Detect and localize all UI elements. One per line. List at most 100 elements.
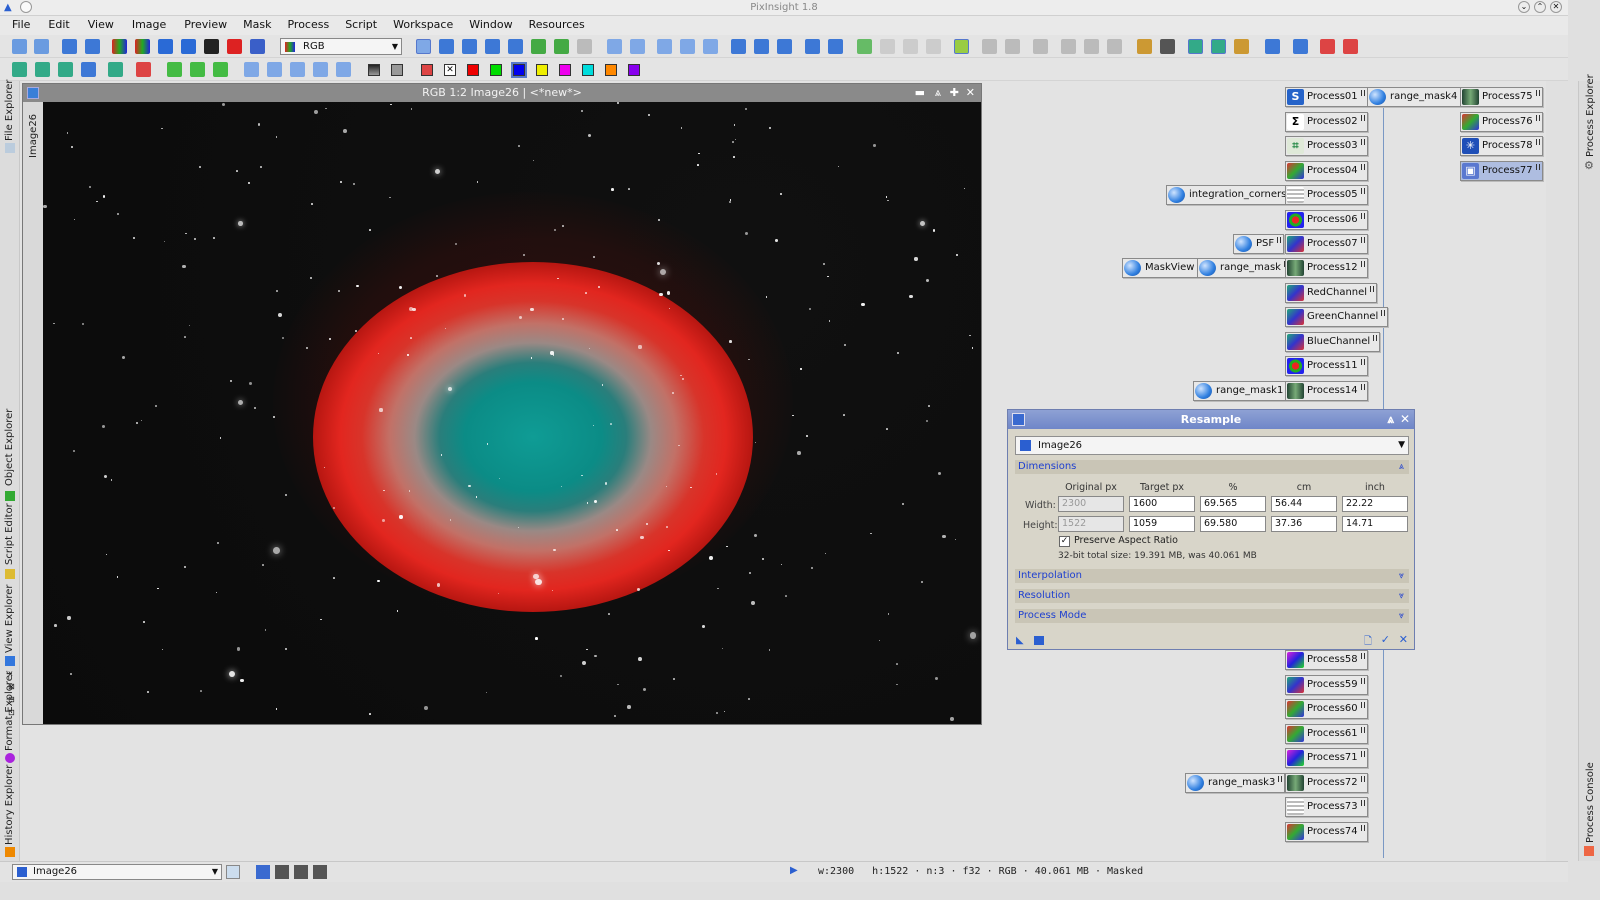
- workspace-icon[interactable]: [1265, 39, 1280, 54]
- realtime-preview-icon[interactable]: [954, 39, 969, 54]
- grid-icon[interactable]: [81, 62, 96, 77]
- format-explorer-tab[interactable]: Format Explorer: [4, 671, 15, 751]
- track-view-icon[interactable]: [982, 39, 997, 54]
- process-icon-process11[interactable]: Process11: [1285, 356, 1368, 376]
- process-icon-g[interactable]: [190, 62, 205, 77]
- process-icon-redchannel[interactable]: RedChannel: [1285, 283, 1378, 303]
- process-icon-psf[interactable]: PSF: [1233, 234, 1285, 254]
- layout-single-icon[interactable]: [256, 865, 270, 879]
- rotate-icon[interactable]: [244, 62, 259, 77]
- menu-preview[interactable]: Preview: [184, 16, 227, 33]
- process-icon-process01[interactable]: S Process01: [1285, 87, 1368, 107]
- channel-select[interactable]: RGB ▼: [280, 38, 402, 55]
- link-view-icon[interactable]: [1005, 39, 1020, 54]
- process-icon-process06[interactable]: Process06: [1285, 210, 1368, 230]
- script-editor-tab[interactable]: Script Editor: [4, 503, 15, 565]
- open-icon[interactable]: [62, 39, 77, 54]
- align-icon[interactable]: [1160, 39, 1175, 54]
- process-icon-process71[interactable]: Process71: [1285, 748, 1368, 768]
- layout-two-icon[interactable]: [275, 865, 289, 879]
- resample-titlebar[interactable]: Resample ⩓ ✕: [1008, 410, 1414, 429]
- swatch-magenta-icon[interactable]: [559, 64, 571, 76]
- zoom-out-icon[interactable]: [630, 39, 645, 54]
- process-icon-process74[interactable]: Process74: [1285, 822, 1368, 842]
- resample-dialog[interactable]: Resample ⩓ ✕ Image26 ▼ Dimensions ⩓ Orig…: [1007, 409, 1415, 650]
- process-icon-process04[interactable]: Process04: [1285, 161, 1368, 181]
- cancel-icon[interactable]: ✕: [1399, 633, 1408, 646]
- preserve-aspect-checkbox[interactable]: ✓: [1059, 536, 1070, 547]
- section-process-mode[interactable]: Process Mode ⩔: [1015, 609, 1409, 623]
- width-target-field[interactable]: 1600: [1129, 496, 1195, 512]
- process-icon-h[interactable]: [213, 62, 228, 77]
- preview-copy-icon[interactable]: [926, 39, 941, 54]
- maximize-icon[interactable]: ✚: [950, 84, 959, 102]
- process-icon-e[interactable]: [136, 62, 151, 77]
- width-inch-field[interactable]: 22.22: [1342, 496, 1408, 512]
- target-view-select[interactable]: Image26 ▼: [1015, 436, 1409, 455]
- process-icon-process73[interactable]: Process73: [1285, 797, 1368, 817]
- script-debug-icon[interactable]: [1211, 39, 1226, 54]
- swatch-blue-icon[interactable]: [511, 62, 527, 78]
- process-icon-process14[interactable]: Process14: [1285, 381, 1368, 401]
- process-icon-process75[interactable]: Process75: [1460, 87, 1543, 107]
- close-button[interactable]: ✕: [1550, 1, 1562, 13]
- process-icon-process58[interactable]: Process58: [1285, 650, 1368, 670]
- section-dimensions[interactable]: Dimensions ⩓: [1015, 460, 1409, 474]
- preview-restore-icon[interactable]: [880, 39, 895, 54]
- minimize-button[interactable]: ⌄: [1518, 1, 1530, 13]
- process-icon-range-mask3[interactable]: range_mask3: [1185, 773, 1286, 793]
- process-icon-process03[interactable]: ⌗ Process03: [1285, 136, 1368, 156]
- pointer-icon[interactable]: [577, 39, 592, 54]
- readout-icon[interactable]: [531, 39, 546, 54]
- stf-icon[interactable]: [158, 39, 173, 54]
- hand-icon[interactable]: [1033, 39, 1048, 54]
- edit-icon[interactable]: [1061, 39, 1076, 54]
- height-percent-field[interactable]: 69.580: [1200, 516, 1266, 532]
- process-icon-process60[interactable]: Process60: [1285, 699, 1368, 719]
- height-target-field[interactable]: 1059: [1129, 516, 1195, 532]
- apply-icon[interactable]: ✓: [1381, 633, 1390, 646]
- history-explorer-tab[interactable]: History Explorer: [4, 765, 15, 845]
- process-icon-process76[interactable]: Process76: [1460, 112, 1543, 132]
- menu-edit[interactable]: Edit: [48, 16, 69, 33]
- process-icon-d[interactable]: [108, 62, 123, 77]
- width-percent-field[interactable]: 69.565: [1200, 496, 1266, 512]
- menu-window[interactable]: Window: [469, 16, 512, 33]
- menu-script[interactable]: Script: [345, 16, 377, 33]
- section-interpolation[interactable]: Interpolation ⩔: [1015, 569, 1409, 583]
- height-inch-field[interactable]: 14.71: [1342, 516, 1408, 532]
- menu-image[interactable]: Image: [132, 16, 166, 33]
- mirror-h-icon[interactable]: [313, 62, 328, 77]
- process-icon-process02[interactable]: Σ Process02: [1285, 112, 1368, 132]
- screen-transfer-icon[interactable]: [181, 39, 196, 54]
- process-icon-greenchannel[interactable]: GreenChannel: [1285, 307, 1389, 327]
- height-cm-field[interactable]: 37.36: [1271, 516, 1337, 532]
- menu-process[interactable]: Process: [287, 16, 329, 33]
- zoom-1-icon[interactable]: [462, 39, 477, 54]
- width-cm-field[interactable]: 56.44: [1271, 496, 1337, 512]
- zoom-tool3-icon[interactable]: [703, 39, 718, 54]
- mirror-v-icon[interactable]: [336, 62, 351, 77]
- close-icon[interactable]: ✕: [1400, 410, 1410, 429]
- swatch-none-icon[interactable]: ✕: [444, 64, 456, 76]
- process-icon-range-mask1[interactable]: range_mask1: [1193, 381, 1294, 401]
- process-icon-range-mask4[interactable]: range_mask4: [1367, 87, 1468, 107]
- mask-select-icon[interactable]: [250, 39, 265, 54]
- process-console-tab[interactable]: Process Console: [1585, 762, 1596, 843]
- script-icon[interactable]: [1234, 39, 1249, 54]
- shade-icon[interactable]: ⩓: [935, 84, 941, 102]
- view-explorer-tab[interactable]: View Explorer: [4, 584, 15, 653]
- layout-icon[interactable]: [1293, 39, 1308, 54]
- mask-invert-icon[interactable]: [227, 39, 242, 54]
- zoom-in-icon[interactable]: [607, 39, 622, 54]
- menu-workspace[interactable]: Workspace: [393, 16, 453, 33]
- nebula-image[interactable]: [43, 102, 981, 724]
- process-icon-f[interactable]: [167, 62, 182, 77]
- fit-view-icon[interactable]: [731, 39, 746, 54]
- image-window[interactable]: RGB 1:2 Image26 | <*new*> ▬ ⩓ ✚ ✕ Image2…: [22, 83, 982, 725]
- process-icon-process12[interactable]: Process12: [1285, 258, 1368, 278]
- file-explorer-tab[interactable]: File Explorer: [4, 79, 15, 141]
- zoom-out-mode-icon[interactable]: [508, 39, 523, 54]
- menu-file[interactable]: File: [12, 16, 30, 33]
- minimize-icon[interactable]: ▬: [915, 84, 925, 102]
